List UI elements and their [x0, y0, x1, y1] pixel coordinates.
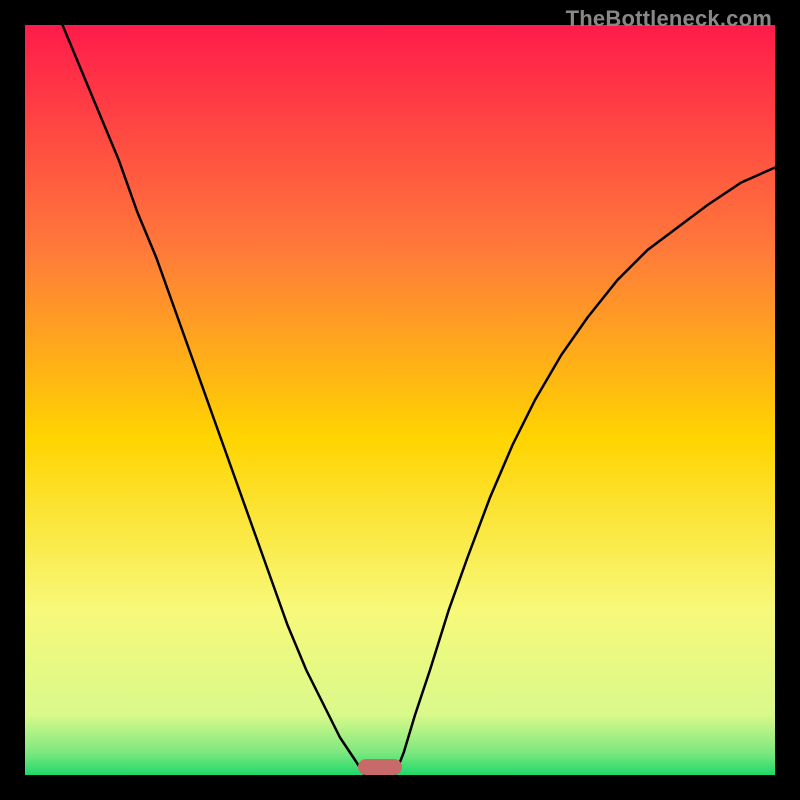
chart-curve-left — [63, 25, 365, 775]
chart-minimum-marker — [358, 759, 402, 775]
chart-plot-area — [25, 25, 775, 775]
chart-curve-right — [395, 168, 775, 776]
chart-curve-layer — [25, 25, 775, 775]
watermark-label: TheBottleneck.com — [566, 6, 772, 32]
